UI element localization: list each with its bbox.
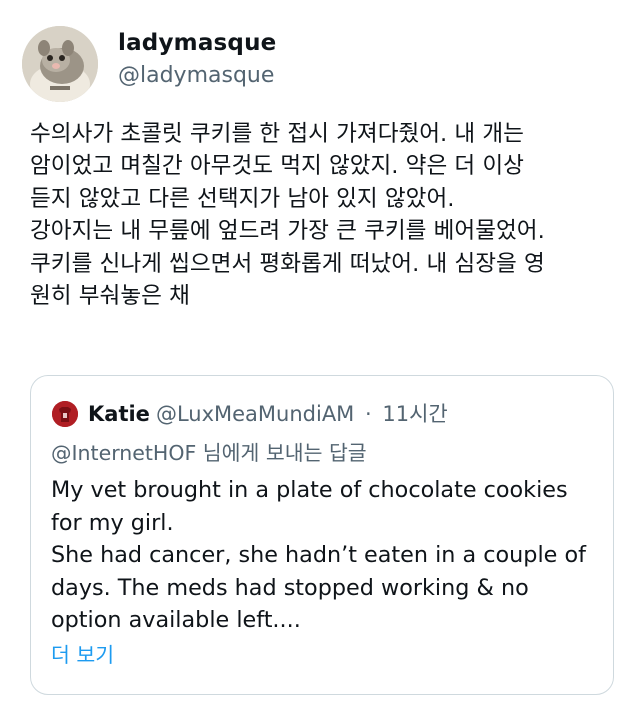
quote-author-handle[interactable]: @LuxMeaMundiAM — [156, 402, 354, 426]
quoted-post-card[interactable]: Katie @LuxMeaMundiAM · 11시간 @InternetHOF … — [30, 375, 614, 695]
quote-text-line: She had cancer, she hadn’t eaten in a co… — [51, 542, 586, 569]
post-text-line: 수의사가 초콜릿 쿠키를 한 접시 가져다줬어. 내 개는 — [30, 121, 524, 147]
post-card: ladymasque @ladymasque 수의사가 초콜릿 쿠키를 한 접시… — [0, 0, 640, 720]
quote-text-line: My vet brought in a plate of chocolate c… — [51, 477, 568, 503]
quote-author-name[interactable]: Katie — [88, 402, 150, 426]
sugar-glider-avatar-icon — [22, 26, 98, 102]
quote-author-avatar[interactable] — [52, 401, 78, 427]
author-avatar[interactable] — [22, 26, 98, 102]
post-text: 수의사가 초콜릿 쿠키를 한 접시 가져다줬어. 내 개는 암이었고 며칠간 아… — [30, 118, 625, 312]
quote-text: My vet brought in a plate of chocolate c… — [51, 474, 601, 637]
quote-timestamp[interactable]: 11시간 — [382, 402, 447, 426]
reply-to-label: @InternetHOF 님에게 보내는 답글 — [51, 441, 367, 465]
author-name[interactable]: ladymasque — [118, 30, 276, 56]
quote-text-line: for my girl. — [51, 509, 174, 536]
post-text-line: 강아지는 내 무릎에 엎드려 가장 큰 쿠키를 베어물었어. — [30, 218, 545, 245]
post-text-line: 암이었고 며칠간 아무것도 먹지 않았지. 약은 더 이상 — [30, 153, 524, 180]
quote-text-line: days. The meds had stopped working & no — [51, 574, 529, 601]
post-text-line: 쿠키를 신나게 씹으면서 평화롭게 떠났어. 내 심장을 영 — [30, 250, 545, 277]
quote-separator: · — [365, 402, 372, 426]
post-text-line: 원히 부숴놓은 채 — [30, 283, 190, 310]
red-jersey-avatar-icon — [52, 401, 78, 427]
author-handle[interactable]: @ladymasque — [118, 63, 274, 88]
quote-text-line: option available left.... — [51, 607, 301, 634]
quote-header: Katie @LuxMeaMundiAM · 11시간 — [88, 398, 448, 428]
show-more-link[interactable]: 더 보기 — [51, 638, 114, 668]
post-text-line: 듣지 않았고 다른 선택지가 남아 있지 않았어. — [30, 185, 455, 212]
